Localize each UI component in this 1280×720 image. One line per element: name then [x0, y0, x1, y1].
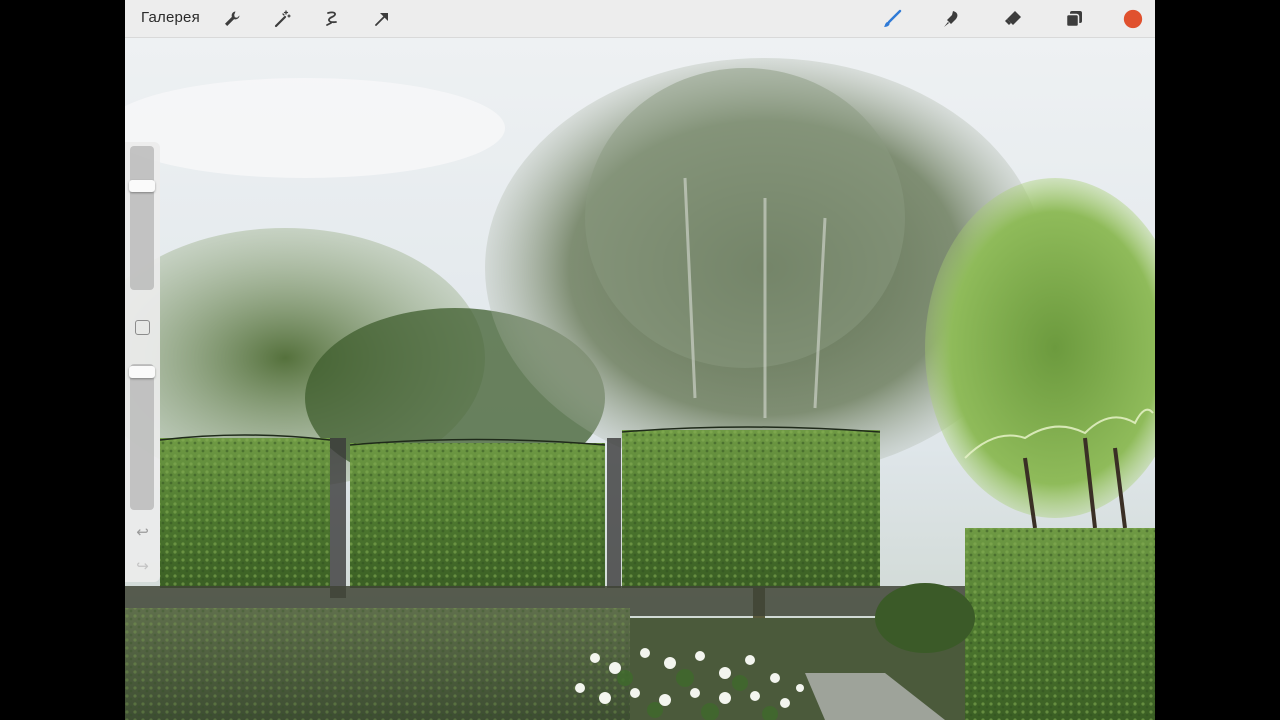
wrench-icon[interactable]: [220, 7, 244, 31]
procreate-app: Галерея ↩ ↪: [125, 0, 1155, 720]
brush-size-thumb[interactable]: [129, 180, 155, 192]
color-picker[interactable]: [1121, 7, 1145, 31]
top-toolbar: Галерея: [125, 0, 1155, 38]
opacity-slider[interactable]: [130, 364, 154, 510]
magic-wand-icon[interactable]: [270, 7, 294, 31]
transform-arrow-icon[interactable]: [370, 7, 394, 31]
opacity-thumb[interactable]: [129, 366, 155, 378]
gallery-button[interactable]: Галерея: [141, 9, 200, 26]
undo-icon[interactable]: ↩: [134, 524, 151, 541]
brush-icon[interactable]: [880, 7, 904, 31]
redo-icon[interactable]: ↪: [134, 558, 151, 575]
drawing-canvas[interactable]: [125, 38, 1155, 720]
selection-icon[interactable]: [320, 7, 344, 31]
left-sidebar: ↩ ↪: [125, 142, 160, 582]
eraser-icon[interactable]: [1001, 7, 1025, 31]
layers-icon[interactable]: [1062, 7, 1086, 31]
brush-size-slider[interactable]: [130, 146, 154, 290]
modify-square-icon[interactable]: [135, 320, 150, 335]
smudge-icon[interactable]: [940, 7, 964, 31]
